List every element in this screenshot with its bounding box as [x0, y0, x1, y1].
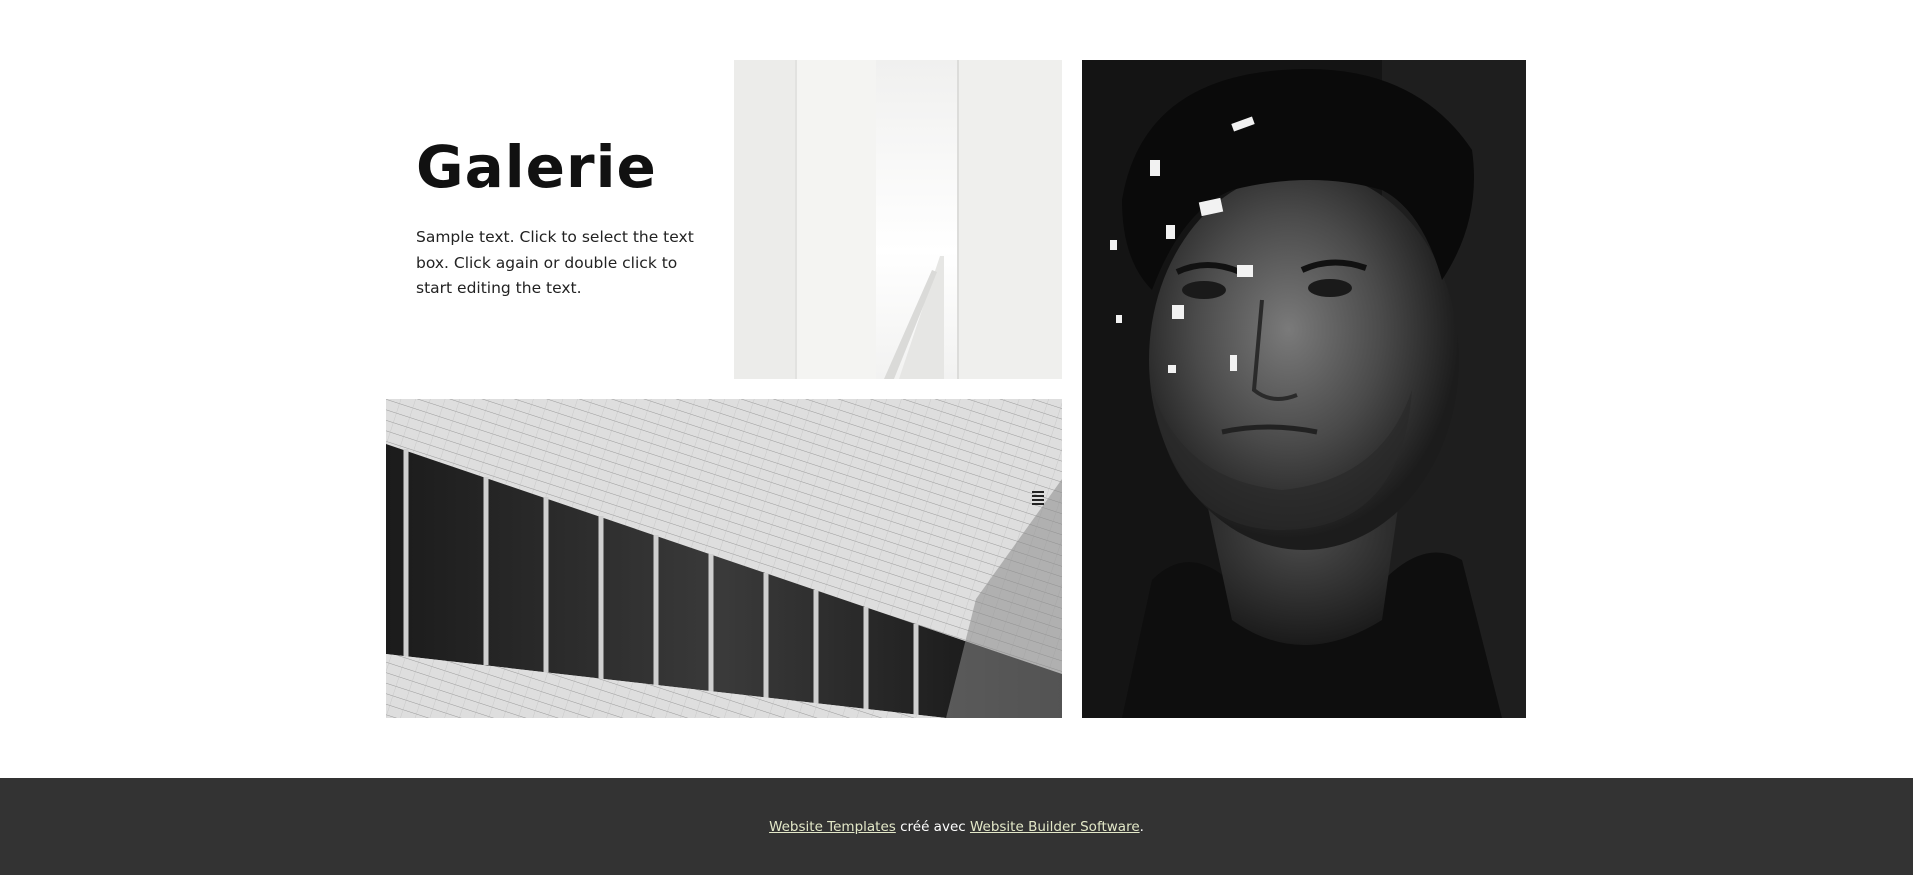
gallery-title: Galerie — [416, 133, 657, 201]
white-architecture-image — [734, 60, 1062, 379]
site-footer: Website Templates créé avec Website Buil… — [0, 778, 1913, 875]
gallery-section: Galerie Sample text. Click to select the… — [0, 0, 1913, 778]
man-portrait-image — [1082, 60, 1526, 718]
gallery-text: Sample text. Click to select the text bo… — [416, 228, 694, 297]
footer-created-with-text: créé avec — [895, 818, 970, 835]
footer-period: . — [1139, 818, 1144, 835]
website-builder-software-link[interactable]: Website Builder Software — [970, 819, 1140, 835]
website-templates-link[interactable]: Website Templates — [769, 819, 896, 835]
building-facade-image — [386, 399, 1062, 718]
